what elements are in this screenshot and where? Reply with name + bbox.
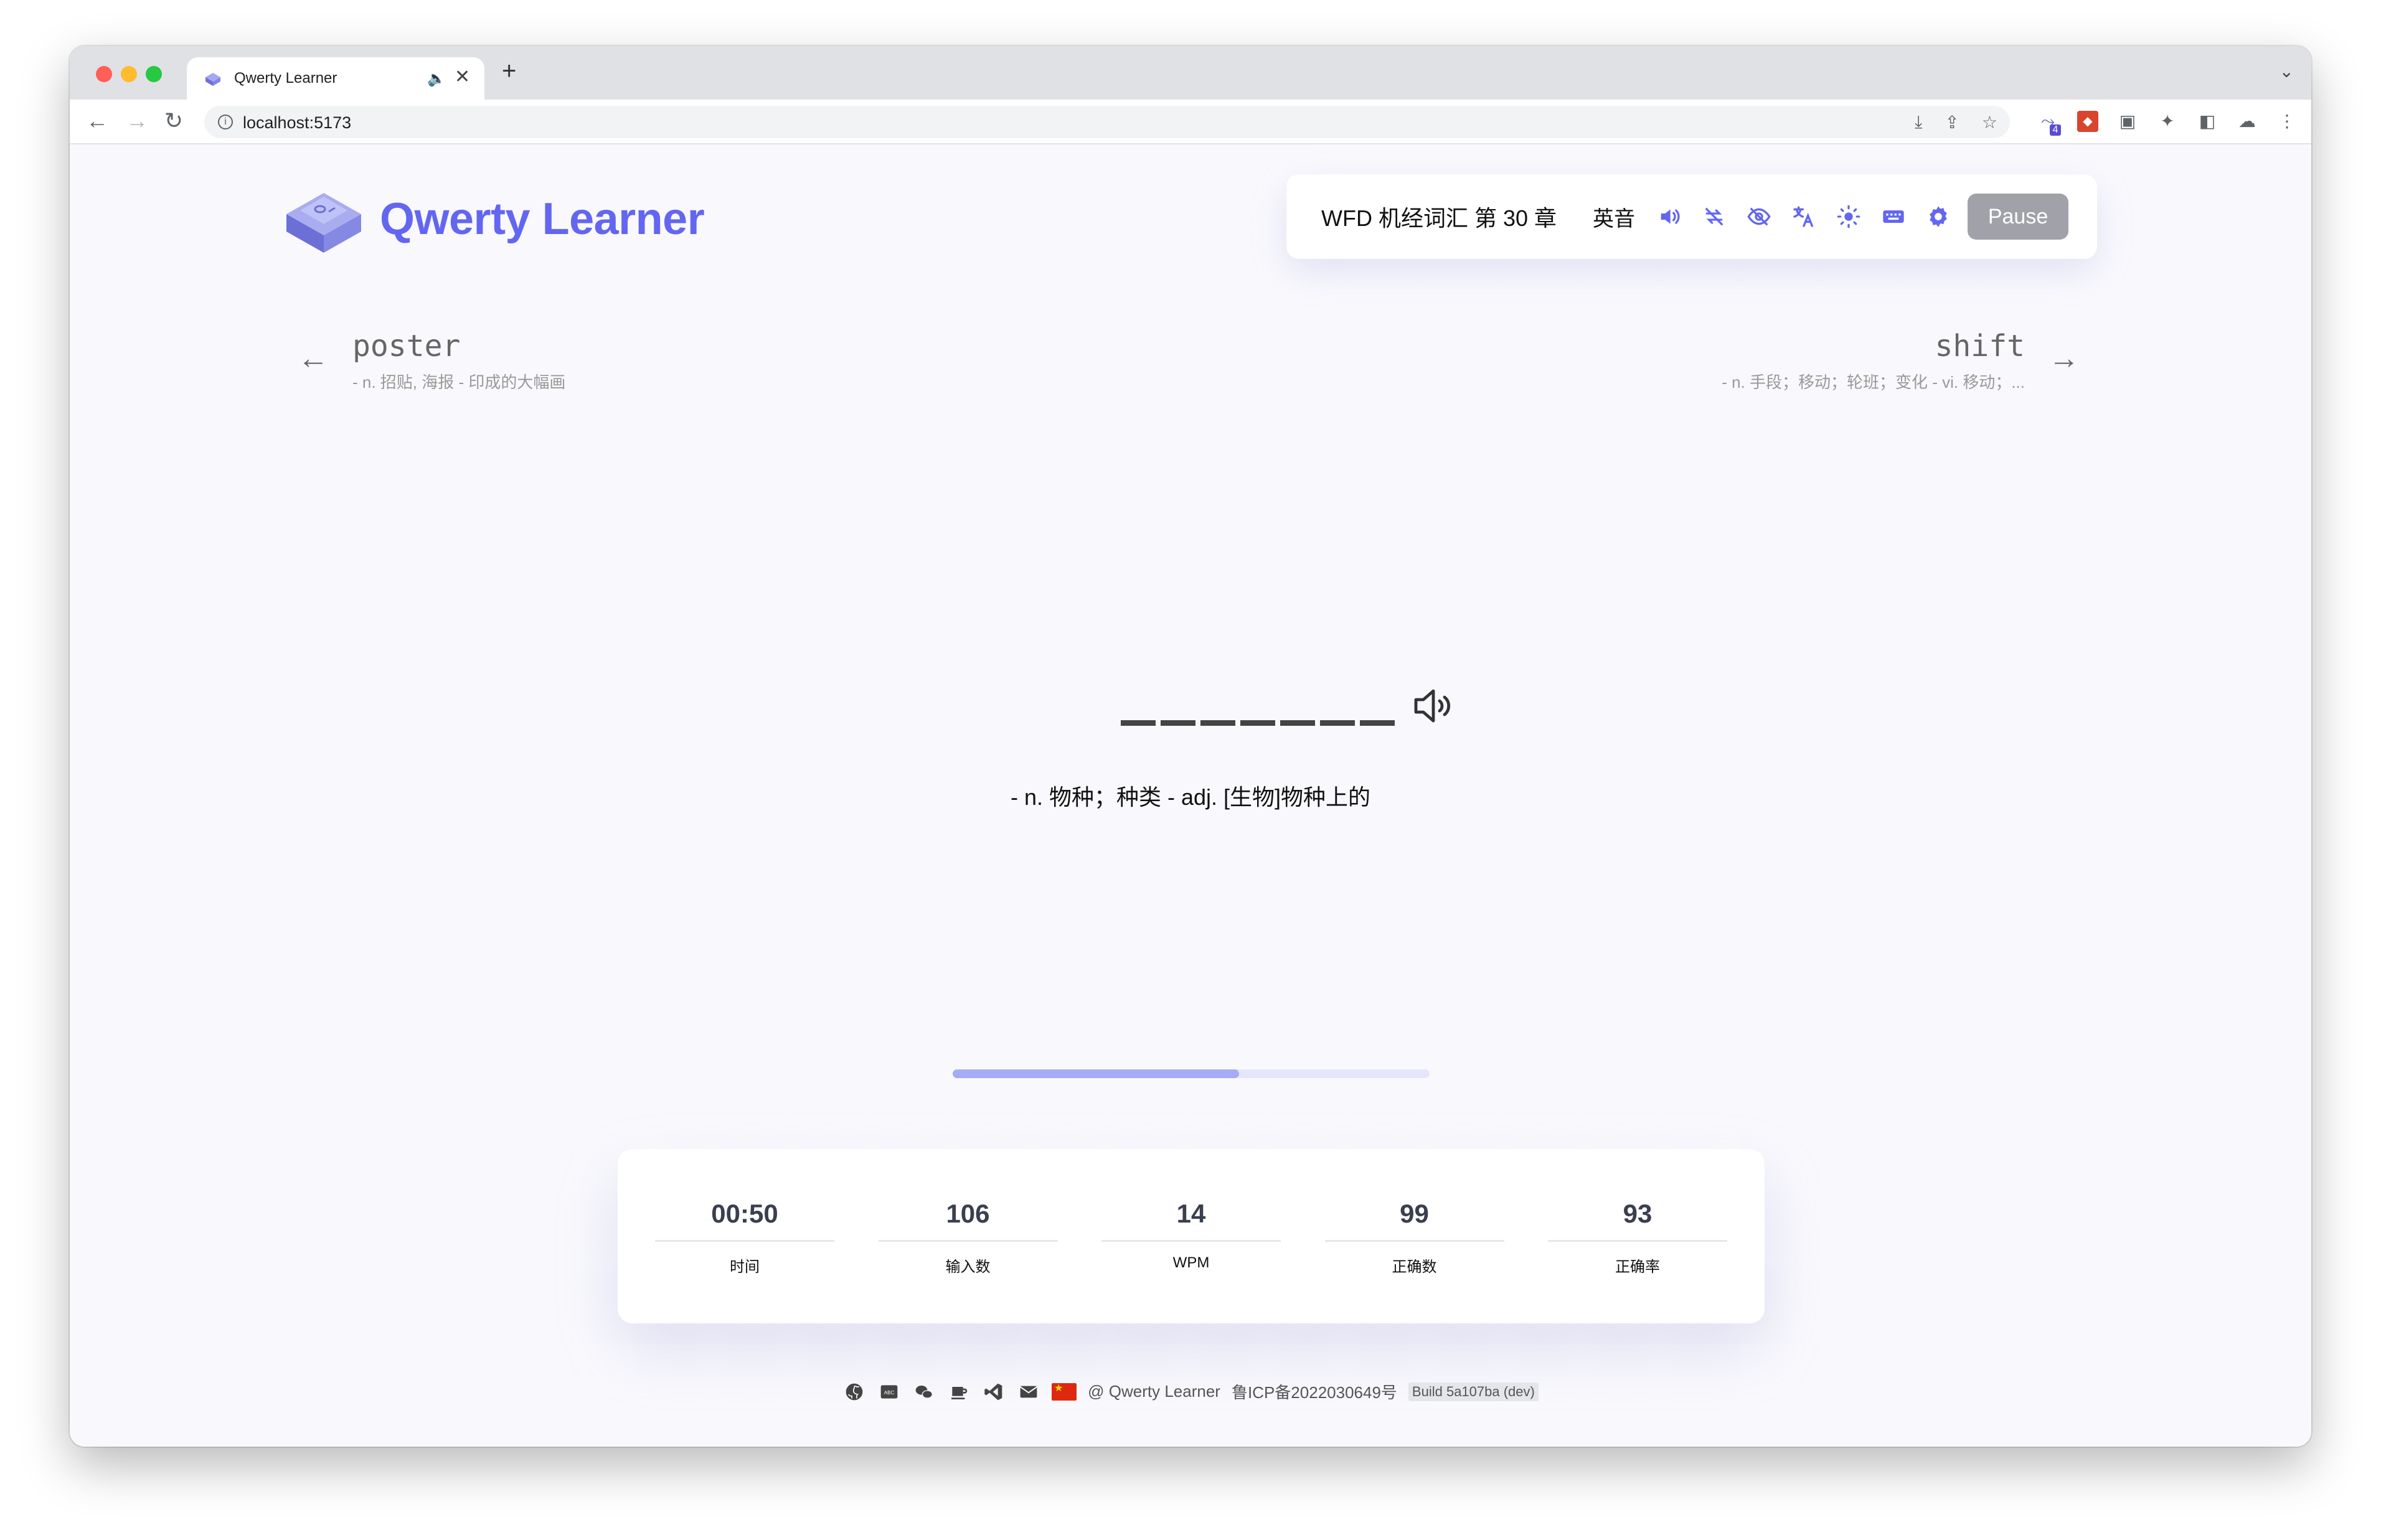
stat-input-count: 106 输入数: [878, 1199, 1058, 1323]
settings-gear-icon[interactable]: [1925, 204, 1951, 230]
tab-search-chevron-icon[interactable]: ⌄: [2280, 61, 2294, 82]
tab-title: Qwerty Learner: [234, 70, 337, 87]
dictionary-chapter-selector[interactable]: WFD 机经词汇 第 30 章: [1321, 200, 1557, 233]
accent-selector[interactable]: 英音: [1593, 202, 1635, 232]
letter-blank: [1280, 675, 1315, 726]
browser-window: Qwerty Learner 🔈 ✕ + ⌄ ← → ↻ i localhost…: [70, 46, 2311, 1447]
stat-wpm: 14 WPM: [1101, 1199, 1281, 1323]
tab-audio-icon[interactable]: 🔈: [427, 70, 446, 88]
footer: ABC @ Qwerty Learner 鲁ICP备2022030649号 Bu…: [70, 1380, 2311, 1403]
new-tab-button[interactable]: +: [502, 59, 516, 83]
current-word: [1046, 675, 1482, 749]
stat-correct-count: 99 正确数: [1324, 1199, 1504, 1323]
close-window-button[interactable]: [96, 66, 112, 82]
extension-badge: 4: [2050, 124, 2061, 136]
letter-blank: [1360, 675, 1395, 726]
letter-blank: [1320, 675, 1355, 726]
picture-in-picture-icon[interactable]: ▣: [2117, 111, 2138, 132]
address-bar[interactable]: i localhost:5173 ⤓ ⇪ ☆: [204, 106, 2010, 138]
producthunt-icon[interactable]: ABC: [877, 1382, 901, 1402]
stat-label: 正确数: [1392, 1259, 1437, 1275]
light-mode-sun-icon[interactable]: [1836, 204, 1862, 230]
share-icon[interactable]: ⇪: [1945, 112, 1959, 133]
maximize-window-button[interactable]: [146, 66, 162, 82]
mail-icon[interactable]: [1017, 1382, 1040, 1402]
hide-word-eye-icon[interactable]: [1746, 204, 1772, 230]
current-word-translation: - n. 物种；种类 - adj. [生物]物种上的: [1010, 784, 1371, 810]
chapter-progress-bar: [953, 1069, 1430, 1078]
stat-label: WPM: [1172, 1254, 1210, 1271]
extension-translate-icon[interactable]: ⤳ 4: [2037, 111, 2061, 136]
minimize-window-button[interactable]: [121, 66, 137, 82]
pause-button[interactable]: Pause: [1968, 194, 2069, 240]
stat-time: 00:50 时间: [655, 1199, 834, 1323]
keycap-logo-icon: [286, 193, 361, 253]
next-word[interactable]: shift - n. 手段；移动；轮班；变化 - vi. 移动；... →: [1644, 329, 2080, 403]
vscode-icon[interactable]: [982, 1382, 1006, 1402]
install-app-icon[interactable]: ⤓: [1915, 112, 1922, 133]
tab-strip: Qwerty Learner 🔈 ✕ + ⌄: [70, 46, 2311, 100]
back-arrow-icon[interactable]: ←: [86, 108, 108, 133]
wechat-icon[interactable]: [912, 1382, 936, 1402]
bookmark-star-icon[interactable]: ☆: [1982, 112, 1997, 133]
site-info-icon[interactable]: i: [218, 115, 233, 129]
letter-blank: [1161, 675, 1195, 726]
side-panel-icon[interactable]: ◧: [2197, 111, 2218, 132]
stat-value: 93: [1548, 1199, 1727, 1242]
translate-icon[interactable]: [1791, 204, 1817, 230]
chapter-progress-fill: [953, 1069, 1239, 1078]
extensions-puzzle-icon[interactable]: ✦: [2157, 111, 2178, 132]
tab-close-icon[interactable]: ✕: [455, 66, 470, 88]
top-menu-bar: WFD 机经词汇 第 30 章 英音 Pause: [1286, 174, 2097, 259]
stat-label: 时间: [730, 1259, 760, 1275]
sound-on-icon[interactable]: [1656, 204, 1682, 230]
stat-label: 输入数: [945, 1259, 991, 1275]
extension-red-icon[interactable]: ◆: [2077, 111, 2098, 132]
forward-arrow-icon[interactable]: →: [126, 108, 148, 133]
build-badge: Build 5a107ba (dev): [1408, 1382, 1539, 1401]
copyright-text[interactable]: @ Qwerty Learner: [1088, 1382, 1220, 1401]
loop-off-icon[interactable]: [1701, 204, 1727, 230]
svg-text:ABC: ABC: [884, 1390, 895, 1396]
previous-word-translation: - n. 招贴, 海报 - 印成的大幅画: [352, 373, 566, 392]
right-arrow-icon[interactable]: →: [2049, 340, 2080, 376]
logo-text: Qwerty Learner: [380, 194, 705, 244]
page-content: Qwerty Learner WFD 机经词汇 第 30 章 英音 Pause …: [70, 144, 2311, 1447]
url-text[interactable]: localhost:5173: [243, 113, 351, 133]
letter-blank: [1200, 675, 1235, 726]
stat-label: 正确率: [1615, 1259, 1660, 1275]
qwerty-favicon-icon: [205, 73, 220, 86]
chrome-menu-icon[interactable]: ⋮: [2276, 111, 2298, 132]
pronounce-speaker-icon[interactable]: [1412, 686, 1457, 726]
next-word-translation: - n. 手段；移动；轮班；变化 - vi. 移动；...: [1722, 373, 2025, 392]
left-arrow-icon[interactable]: ←: [298, 340, 329, 376]
github-icon[interactable]: [842, 1382, 866, 1402]
stat-value: 99: [1324, 1199, 1504, 1242]
stat-value: 14: [1101, 1199, 1281, 1242]
browser-toolbar: ← → ↻ i localhost:5173 ⤓ ⇪ ☆ ⤳ 4 ◆ ▣ ✦ ◧ …: [70, 100, 2311, 144]
stat-value: 00:50: [655, 1199, 834, 1242]
stats-panel: 00:50 时间 106 输入数 14 WPM 99 正确数 93 正确率: [618, 1149, 1765, 1323]
stat-value: 106: [878, 1199, 1058, 1242]
letter-blank: [1121, 675, 1156, 726]
reload-icon[interactable]: ↻: [164, 108, 183, 133]
previous-word-text: poster: [352, 329, 461, 364]
coffee-icon[interactable]: [947, 1382, 971, 1402]
letter-blank: [1240, 675, 1275, 726]
next-word-text: shift: [1935, 329, 2025, 364]
keyboard-icon[interactable]: [1880, 204, 1907, 230]
china-flag-icon[interactable]: [1052, 1382, 1077, 1401]
browser-tab[interactable]: Qwerty Learner 🔈 ✕: [187, 57, 484, 100]
stat-accuracy: 93 正确率: [1548, 1199, 1727, 1323]
extension-cloud-icon[interactable]: ☁: [2237, 111, 2258, 132]
logo[interactable]: Qwerty Learner: [281, 183, 705, 255]
icp-link[interactable]: 鲁ICP备2022030649号: [1232, 1380, 1397, 1403]
hidden-letters: [1121, 675, 1395, 726]
